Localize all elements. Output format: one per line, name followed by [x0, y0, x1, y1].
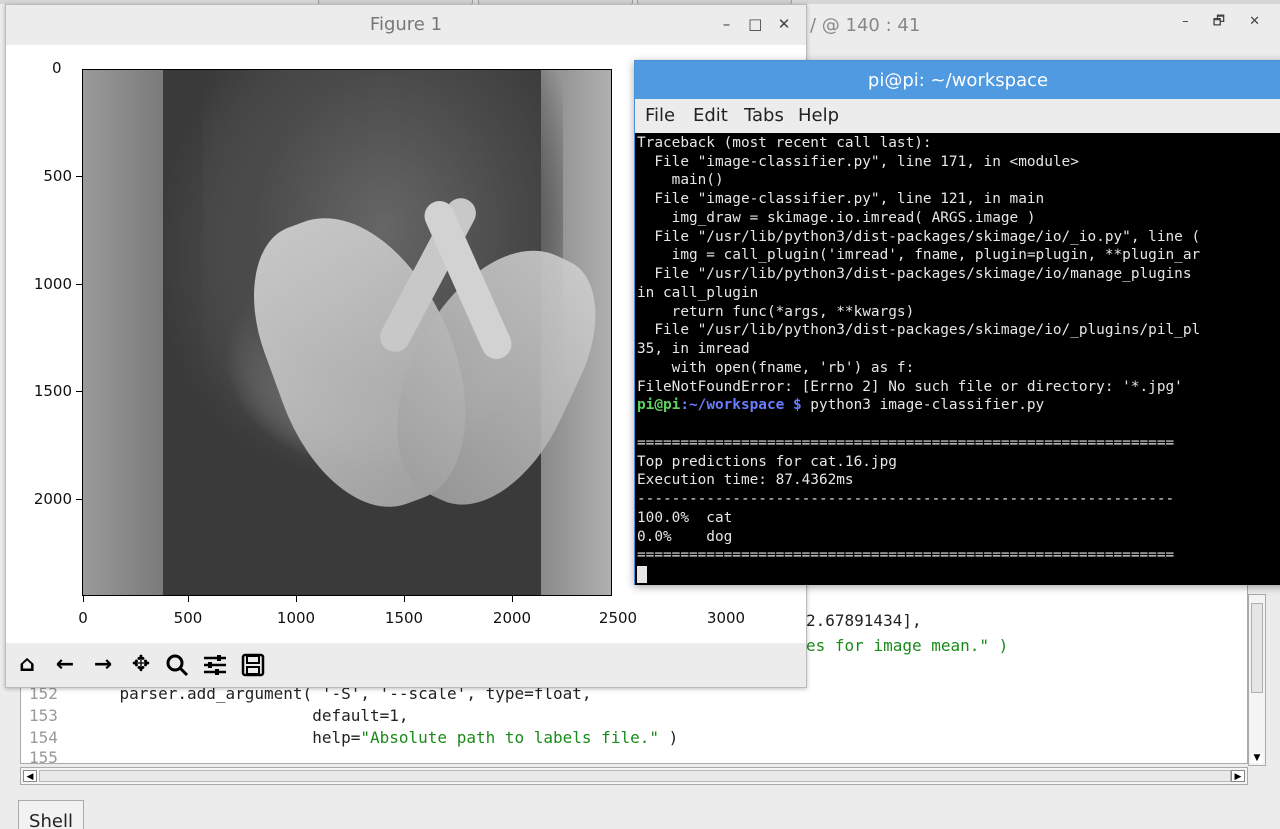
menu-help[interactable]: Help: [798, 105, 839, 126]
x-tick-label: 1000: [276, 609, 316, 627]
terminal-line: img = call_plugin('imread', fname, plugi…: [637, 247, 1201, 263]
x-tick-mark: [188, 596, 189, 602]
y-tick-label: 500: [43, 167, 72, 185]
save-icon[interactable]: [238, 650, 268, 680]
terminal-line: File "/usr/lib/python3/dist-packages/ski…: [637, 229, 1201, 245]
line-number: 154: [29, 728, 58, 747]
close-icon[interactable]: ✕: [772, 15, 796, 33]
terminal-line: ========================================…: [637, 435, 1175, 451]
maximize-icon[interactable]: □: [743, 15, 767, 33]
editor-title: / @ 140 : 41: [810, 15, 921, 36]
code-line: default=1,: [81, 706, 409, 725]
terminal-line: in call_plugin: [637, 285, 759, 301]
x-tick-label: 2000: [492, 609, 532, 627]
home-icon[interactable]: ⌂: [12, 650, 42, 680]
terminal-line: main(): [637, 172, 724, 188]
x-tick-label: 1500: [384, 609, 424, 627]
terminal-line: 35, in imread: [637, 341, 750, 357]
terminal-output[interactable]: Traceback (most recent call last): File …: [635, 133, 1280, 585]
terminal-line: FileNotFoundError: [Errno 2] No such fil…: [637, 379, 1183, 395]
terminal-line: return func(*args, **kwargs): [637, 304, 915, 320]
x-tick-label: 0: [78, 609, 88, 627]
code-fragment: es for image mean." ): [806, 636, 1009, 655]
scrollbar-thumb[interactable]: [1251, 603, 1263, 693]
minimize-icon[interactable]: –: [1182, 14, 1199, 29]
y-tick-label: 0: [52, 59, 62, 77]
x-tick-mark: [296, 596, 297, 602]
x-tick-mark: [512, 596, 513, 602]
grayscale-photo: [83, 70, 611, 595]
terminal-line: File "/usr/lib/python3/dist-packages/ski…: [637, 266, 1192, 282]
x-tick-mark: [83, 596, 84, 602]
y-tick-mark: [76, 284, 82, 285]
terminal-line: File "image-classifier.py", line 171, in…: [637, 154, 1079, 170]
back-icon[interactable]: ←: [50, 650, 80, 680]
terminal-titlebar: pi@pi: ~/workspace: [635, 61, 1280, 99]
code-text: ): [658, 728, 679, 747]
vertical-scrollbar[interactable]: ▼: [1248, 594, 1266, 766]
figure-window-controls: – □ ✕: [714, 15, 796, 33]
y-tick-label: 1000: [33, 275, 72, 293]
line-number: 155: [29, 748, 58, 767]
menu-file[interactable]: File: [645, 105, 675, 126]
terminal-window: pi@pi: ~/workspace File Edit Tabs Help T…: [634, 60, 1280, 585]
zoom-icon[interactable]: [162, 650, 192, 680]
terminal-line: File "/usr/lib/python3/dist-packages/ski…: [637, 322, 1201, 338]
text-cursor: [637, 565, 647, 583]
terminal-line: with open(fname, 'rb') as f:: [637, 360, 915, 376]
photo-background: [83, 70, 163, 595]
terminal-line: Top predictions for cat.16.jpg: [637, 454, 897, 470]
y-tick-mark: [76, 499, 82, 500]
figure-titlebar: Figure 1 – □ ✕: [6, 5, 806, 45]
terminal-cursor-line: [637, 565, 647, 584]
code-line: help="Absolute path to labels file." ): [81, 728, 678, 747]
terminal-line: 100.0% cat: [637, 510, 733, 526]
x-tick-label: 3000: [706, 609, 746, 627]
prompt-path: :~/workspace $: [680, 397, 802, 413]
menu-tabs[interactable]: Tabs: [744, 105, 784, 126]
configure-icon[interactable]: [200, 650, 230, 680]
terminal-line: File "image-classifier.py", line 121, in…: [637, 191, 1045, 207]
scroll-left-icon[interactable]: ◀: [23, 770, 37, 782]
menu-edit[interactable]: Edit: [693, 105, 728, 126]
prompt-command: python3 image-classifier.py: [801, 397, 1045, 413]
figure-toolbar: ⌂ ← → ✥: [6, 643, 806, 687]
y-tick-label: 2000: [33, 490, 72, 508]
y-tick-mark: [76, 176, 82, 177]
scroll-down-icon[interactable]: ▼: [1251, 753, 1263, 763]
desktop: / @ 140 : 41 – 🗗 ✕ 2.67891434], es for i…: [0, 0, 1280, 829]
tab-shell[interactable]: Shell: [18, 800, 84, 829]
x-tick-mark: [404, 596, 405, 602]
y-tick-label: 1500: [33, 382, 72, 400]
pan-icon[interactable]: ✥: [126, 650, 156, 680]
scroll-right-icon[interactable]: ▶: [1231, 770, 1245, 782]
y-tick-mark: [76, 391, 82, 392]
terminal-line: Traceback (most recent call last):: [637, 135, 932, 151]
prompt-user: pi@pi: [637, 397, 681, 413]
restore-icon[interactable]: 🗗: [1213, 14, 1235, 29]
terminal-line: ========================================…: [637, 547, 1175, 563]
editor-window-controls: – 🗗 ✕: [1182, 12, 1270, 34]
image-axes: [82, 69, 612, 596]
horizontal-scrollbar[interactable]: ◀ ▶: [20, 767, 1248, 785]
terminal-menubar: File Edit Tabs Help: [635, 99, 1280, 133]
terminal-title: pi@pi: ~/workspace: [867, 70, 1049, 91]
code-text: help=: [81, 728, 361, 747]
terminal-prompt-line: pi@pi:~/workspace $ python3 image-classi…: [637, 396, 1044, 415]
x-tick-label: 500: [173, 609, 203, 627]
terminal-line: 0.0% dog: [637, 529, 733, 545]
scrollbar-thumb[interactable]: [39, 770, 1231, 782]
terminal-line: img_draw = skimage.io.imread( ARGS.image…: [637, 210, 1036, 226]
terminal-line: Execution time: 87.4362ms: [637, 472, 854, 488]
forward-icon[interactable]: →: [88, 650, 118, 680]
figure-title: Figure 1: [369, 14, 443, 35]
minimize-icon[interactable]: –: [714, 15, 738, 33]
code-string: "Absolute path to labels file.": [360, 728, 659, 747]
close-icon[interactable]: ✕: [1249, 14, 1270, 29]
terminal-line: ----------------------------------------…: [637, 491, 1175, 507]
code-fragment: 2.67891434],: [806, 611, 922, 630]
line-number: 153: [29, 706, 58, 725]
x-tick-label: 2500: [598, 609, 638, 627]
